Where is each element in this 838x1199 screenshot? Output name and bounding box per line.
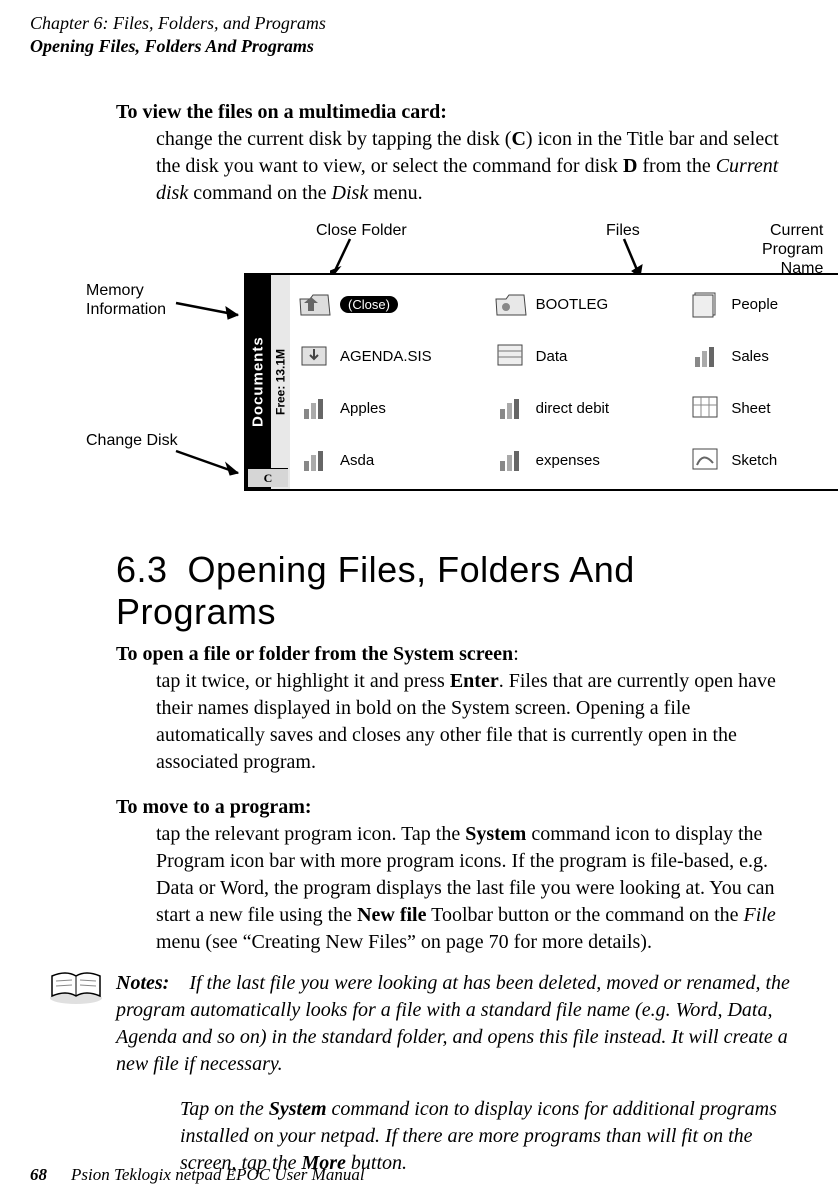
arrow-icon	[174, 447, 248, 477]
notes-label: Notes:	[116, 972, 169, 994]
chart-icon	[494, 393, 528, 423]
inline-italic: File	[744, 904, 776, 926]
section-heading: 6.3Opening Files, Folders And Programs	[116, 549, 802, 633]
inline-bold: New file	[357, 904, 426, 926]
file-label: BOOTLEG	[536, 296, 609, 313]
file-item[interactable]: Apples	[298, 385, 482, 431]
file-item[interactable]: Sales	[689, 333, 838, 379]
inline-bold: Enter	[450, 670, 499, 692]
body-text: command on the	[188, 182, 331, 204]
close-pill: (Close)	[340, 296, 398, 313]
file-item[interactable]: expenses	[494, 437, 678, 483]
chapter-line: Chapter 6: Files, Folders, and Programs	[30, 12, 808, 35]
page-number: 68	[30, 1165, 47, 1184]
body-text: Toolbar button or the command on the	[426, 904, 743, 926]
annotation-current-program: Current Program Name	[762, 221, 823, 279]
notes-icon	[48, 968, 104, 1006]
file-item[interactable]: People	[689, 281, 838, 327]
annotation-change-disk: Change Disk	[86, 431, 178, 450]
body-text: menu (see “Creating New Files” on page 7…	[156, 931, 652, 953]
file-item[interactable]: Sketch	[689, 437, 838, 483]
chart-icon	[298, 445, 332, 475]
section-line: Opening Files, Folders And Programs	[30, 35, 808, 58]
inline-bold-italic: System	[269, 1098, 327, 1120]
file-label: Asda	[340, 452, 374, 469]
section-title: Opening Files, Folders And Programs	[116, 549, 635, 632]
file-label: People	[731, 296, 778, 313]
body-text: tap the relevant program icon. Tap the	[156, 823, 465, 845]
body-text: menu.	[368, 182, 422, 204]
chart-icon	[494, 445, 528, 475]
arrow-icon	[174, 299, 248, 323]
close-folder-item[interactable]: (Close)	[298, 281, 482, 327]
lead-text: To open a file or folder from the System…	[116, 643, 513, 665]
file-label: direct debit	[536, 400, 609, 417]
lead-colon: :	[513, 643, 519, 665]
data-icon	[494, 341, 528, 371]
annotation-memory-info: Memory Information	[86, 281, 166, 319]
inline-bold: C	[511, 128, 525, 150]
body-text: change the current disk by tapping the d…	[156, 128, 511, 150]
chart-icon	[298, 393, 332, 423]
document-icon	[689, 289, 723, 319]
manual-title: Psion Teklogix netpad EPOC User Manual	[71, 1165, 365, 1184]
file-item[interactable]: direct debit	[494, 385, 678, 431]
inline-bold: D	[623, 155, 637, 177]
disk-selector[interactable]: C	[248, 468, 288, 487]
install-icon	[298, 341, 332, 371]
file-label: Data	[536, 348, 568, 365]
file-label: Sheet	[731, 400, 770, 417]
files-grid: (Close) BOOTLEG People AGENDA.SIS	[290, 275, 838, 489]
file-label: expenses	[536, 452, 600, 469]
chart-icon	[689, 341, 723, 371]
body-text: from the	[637, 155, 715, 177]
folder-item[interactable]: BOOTLEG	[494, 281, 678, 327]
file-label: Sketch	[731, 452, 777, 469]
file-label: Sales	[731, 348, 769, 365]
file-item[interactable]: Sheet	[689, 385, 838, 431]
file-label: AGENDA.SIS	[340, 348, 432, 365]
folder-up-icon	[298, 289, 332, 319]
body-text: tap it twice, or highlight it and press	[156, 670, 450, 692]
file-item[interactable]: AGENDA.SIS	[298, 333, 482, 379]
sheet-icon	[689, 393, 723, 423]
running-header: Chapter 6: Files, Folders, and Programs …	[30, 12, 808, 57]
page-footer: 68 Psion Teklogix netpad EPOC User Manual	[30, 1165, 365, 1185]
notes-text: If the last file you were looking at has…	[116, 972, 790, 1075]
lead-text: To move to a program:	[116, 796, 312, 818]
section-number: 6.3	[116, 549, 168, 590]
system-screenshot-figure: Close Folder Files Current Program Name …	[116, 221, 802, 521]
title-bar[interactable]: Documents	[246, 275, 270, 489]
memory-gauge[interactable]: Free: 13.1M	[270, 275, 290, 489]
sketch-icon	[689, 445, 723, 475]
system-screen: Documents Free: 13.1M C (Close) BOOTLEG	[244, 273, 838, 491]
file-item[interactable]: Data	[494, 333, 678, 379]
file-item[interactable]: Asda	[298, 437, 482, 483]
folder-icon	[494, 289, 528, 319]
file-label: Apples	[340, 400, 386, 417]
notes-text: Tap on the	[180, 1098, 269, 1120]
inline-italic: Disk	[332, 182, 369, 204]
inline-bold: System	[465, 823, 526, 845]
lead-text: To view the files on a multimedia card:	[116, 101, 447, 123]
